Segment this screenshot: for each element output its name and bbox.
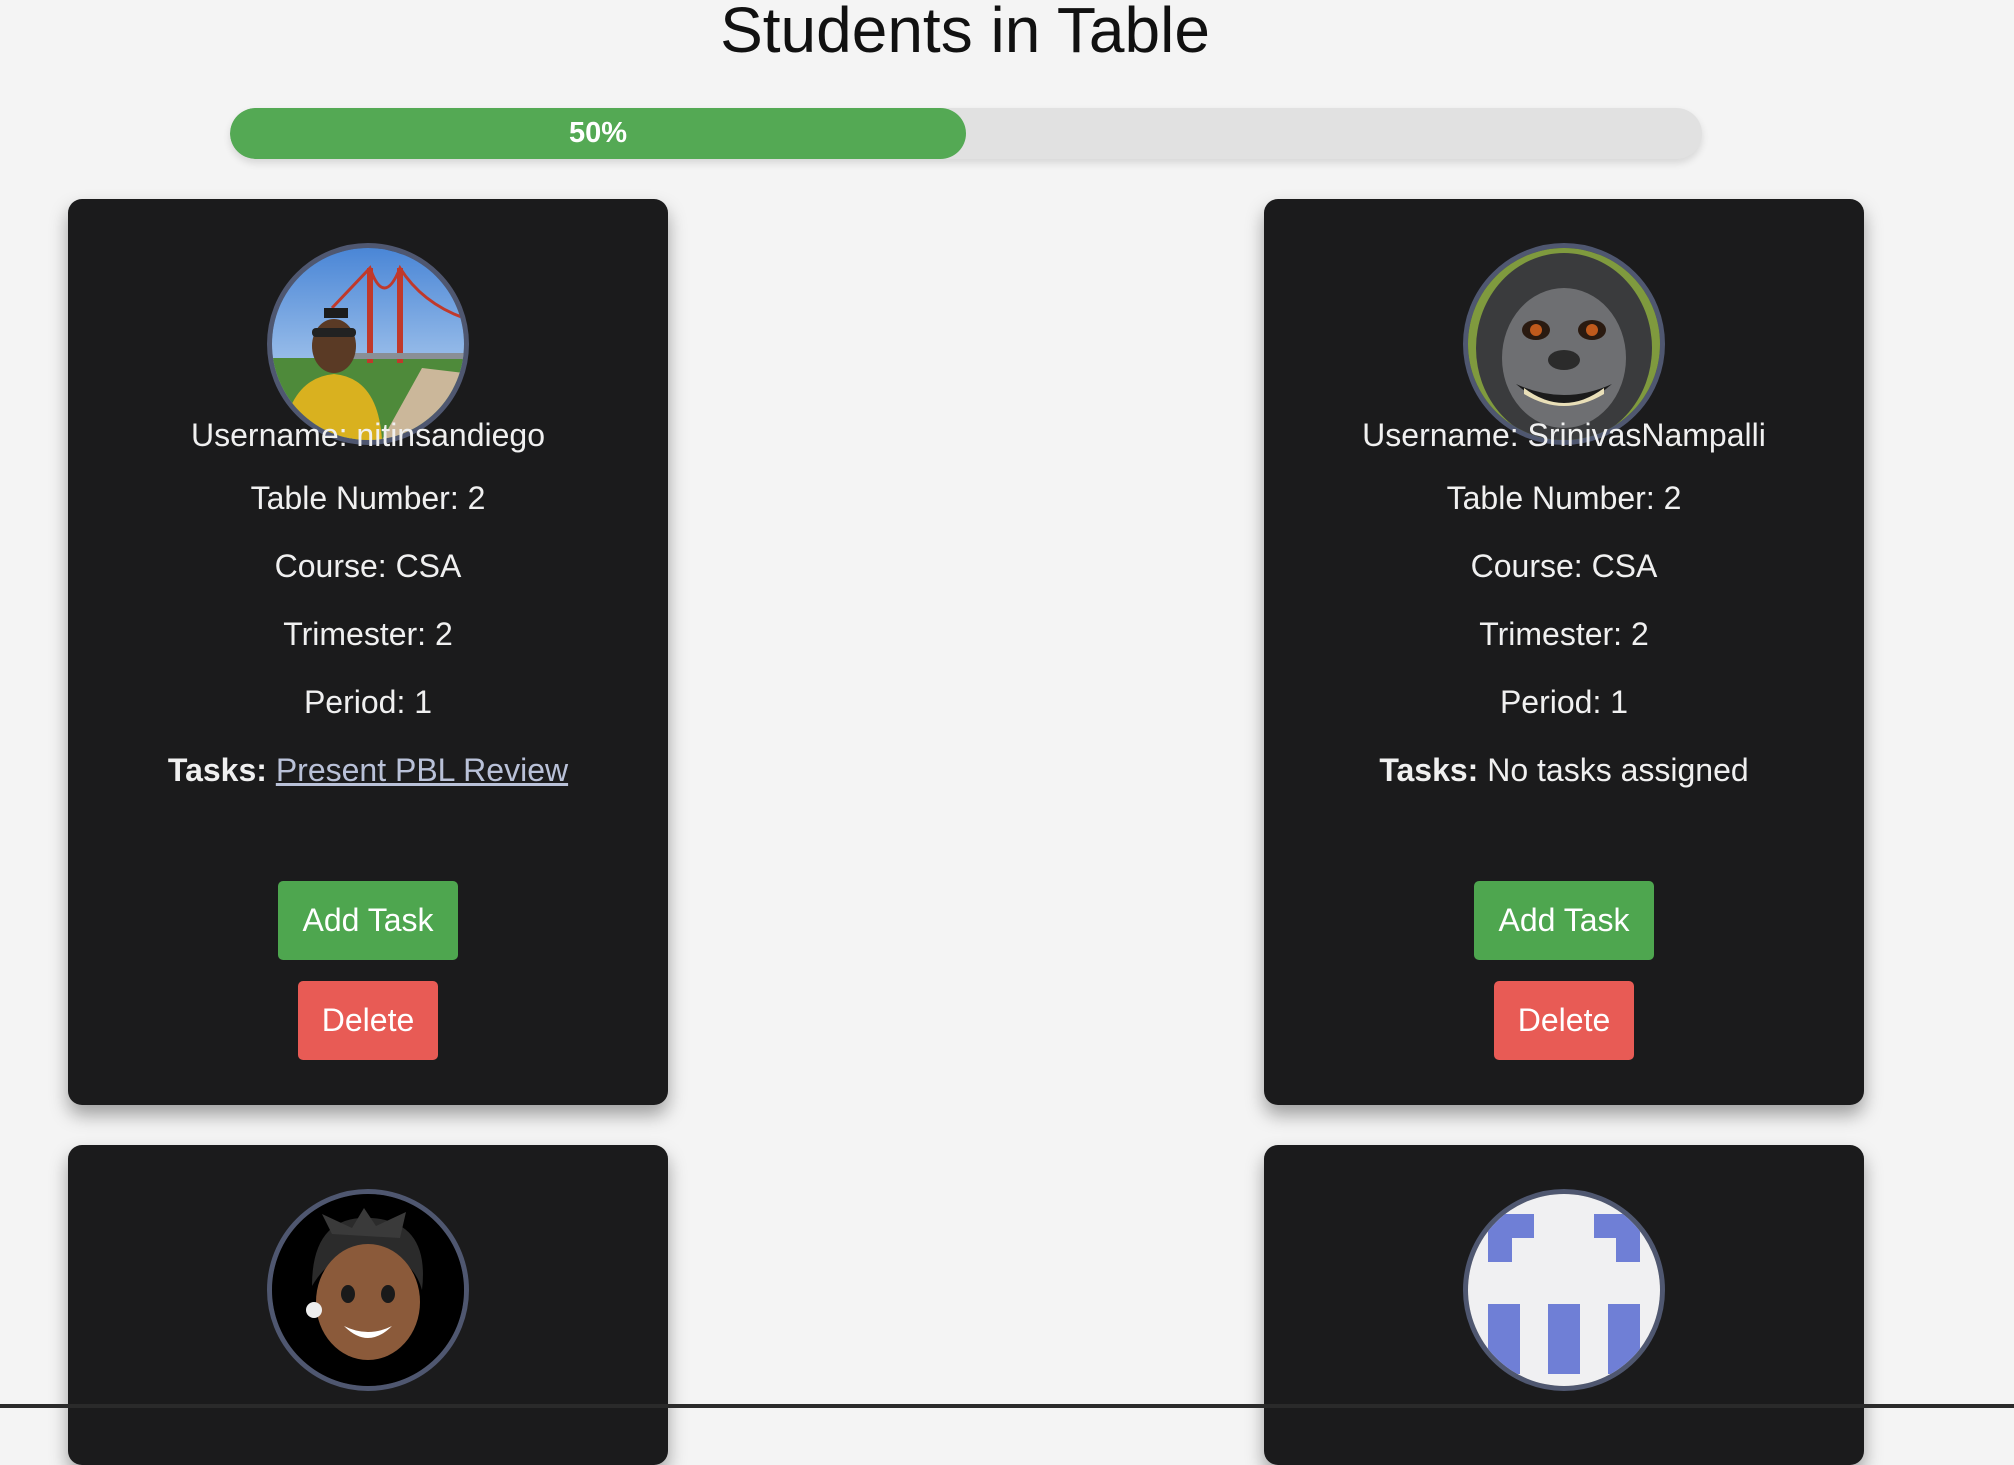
trimester-label: Trimester: bbox=[1479, 616, 1631, 652]
tasks-label: Tasks: bbox=[1379, 752, 1479, 788]
table-number-value: 2 bbox=[1663, 480, 1682, 516]
tasks-line: Tasks: No tasks assigned bbox=[1264, 750, 1864, 790]
course-label: Course: bbox=[274, 548, 396, 584]
trimester-value: 2 bbox=[434, 616, 453, 652]
task-link[interactable]: Present PBL Review bbox=[276, 752, 568, 788]
table-number-line: Table Number: 2 bbox=[68, 478, 668, 518]
student-card bbox=[1264, 1145, 1864, 1465]
progress-bar: 50% bbox=[230, 108, 1702, 159]
period-value: 1 bbox=[1610, 684, 1629, 720]
period-line: Period: 1 bbox=[1264, 682, 1864, 722]
trimester-line: Trimester: 2 bbox=[68, 614, 668, 654]
period-label: Period: bbox=[303, 684, 415, 720]
student-card: Username: nitinsandiego Table Number: 2 … bbox=[68, 199, 668, 1105]
tasks-value: No tasks assigned bbox=[1487, 752, 1749, 788]
username-value: nitinsandiego bbox=[356, 417, 545, 453]
progress-label: 50% bbox=[568, 117, 628, 149]
period-line: Period: 1 bbox=[68, 682, 668, 722]
trimester-value: 2 bbox=[1630, 616, 1649, 652]
username-label: Username: bbox=[1362, 417, 1528, 453]
username-line: Username: SrinivasNampalli bbox=[1264, 415, 1864, 455]
progress-fill: 50% bbox=[230, 108, 966, 159]
period-value: 1 bbox=[414, 684, 433, 720]
tasks-line: Tasks: Present PBL Review bbox=[68, 750, 668, 790]
delete-button[interactable]: Delete bbox=[298, 981, 438, 1060]
username-label: Username: bbox=[191, 417, 357, 453]
username-value: SrinivasNampalli bbox=[1527, 417, 1766, 453]
table-number-label: Table Number: bbox=[250, 480, 468, 516]
student-card: Username: SrinivasNampalli Table Number:… bbox=[1264, 199, 1864, 1105]
memoji-avatar-icon bbox=[267, 1189, 469, 1391]
course-value: CSA bbox=[395, 548, 462, 584]
course-line: Course: CSA bbox=[1264, 546, 1864, 586]
identicon-avatar-icon bbox=[1463, 1189, 1665, 1391]
trimester-label: Trimester: bbox=[283, 616, 435, 652]
table-number-value: 2 bbox=[467, 480, 486, 516]
student-card bbox=[68, 1145, 668, 1465]
page-title: Students in Table bbox=[720, 0, 1210, 66]
tasks-label: Tasks: bbox=[167, 752, 267, 788]
table-number-label: Table Number: bbox=[1446, 480, 1664, 516]
course-value: CSA bbox=[1591, 548, 1658, 584]
delete-button[interactable]: Delete bbox=[1494, 981, 1634, 1060]
course-label: Course: bbox=[1470, 548, 1592, 584]
course-line: Course: CSA bbox=[68, 546, 668, 586]
viewport-bottom-edge bbox=[0, 1404, 2014, 1408]
add-task-button[interactable]: Add Task bbox=[1474, 881, 1654, 960]
period-label: Period: bbox=[1499, 684, 1611, 720]
trimester-line: Trimester: 2 bbox=[1264, 614, 1864, 654]
username-line: Username: nitinsandiego bbox=[68, 415, 668, 455]
add-task-button[interactable]: Add Task bbox=[278, 881, 458, 960]
table-number-line: Table Number: 2 bbox=[1264, 478, 1864, 518]
